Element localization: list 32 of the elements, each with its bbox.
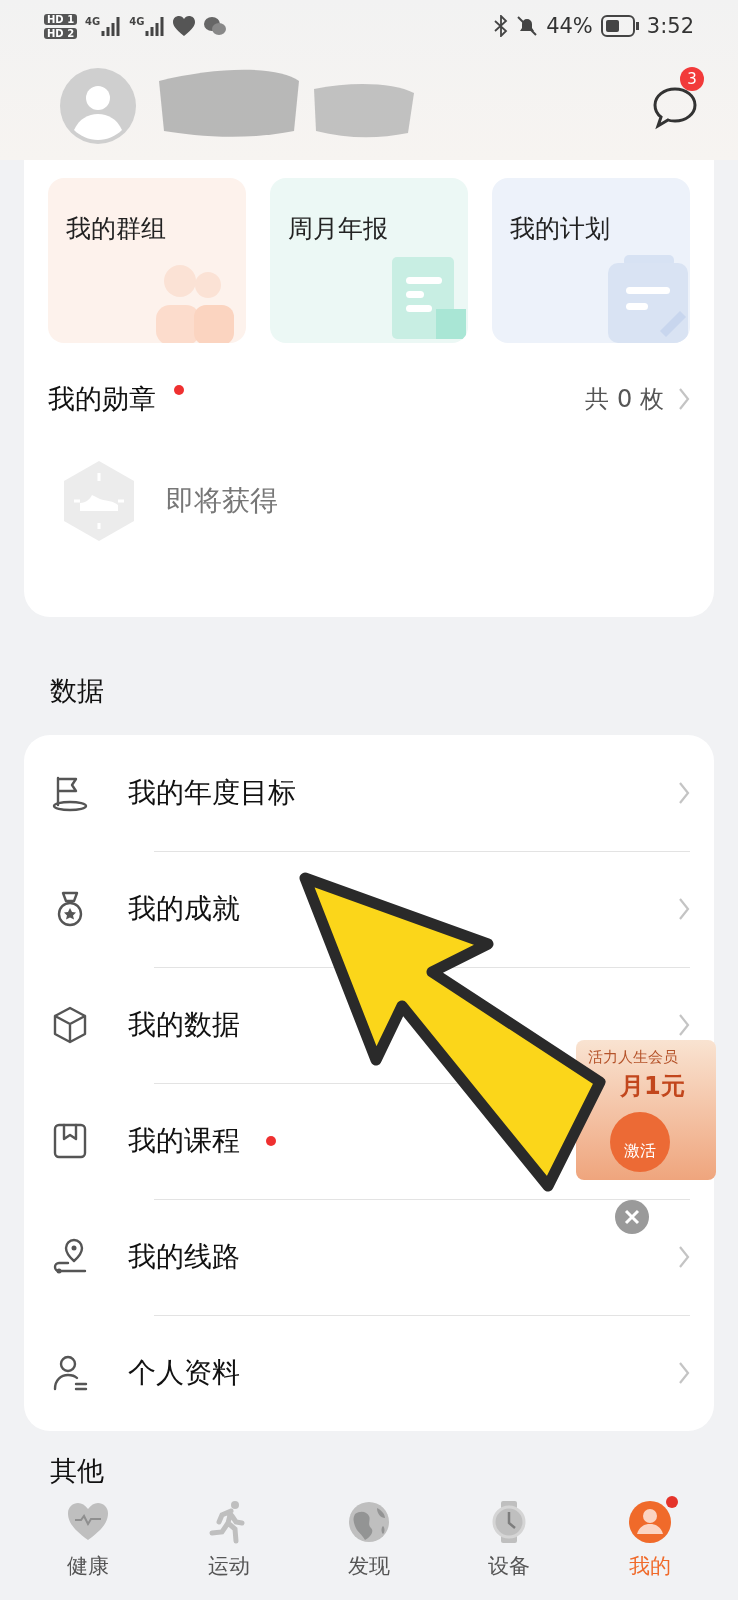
shortcut-card[interactable]: 我的群组 xyxy=(48,178,246,343)
sim-label: HD 2 xyxy=(44,27,78,39)
promo-title: 活力人生会员 xyxy=(588,1048,678,1067)
network-label: 4G xyxy=(129,16,145,27)
section-title: 我的勋章 xyxy=(48,382,156,416)
promo-price: 月1元 xyxy=(620,1071,685,1102)
tab-label: 运动 xyxy=(207,1553,250,1580)
section-title: 数据 xyxy=(49,674,105,708)
menu-item[interactable]: 我的课程 xyxy=(128,1122,240,1160)
battery-percent: 44% xyxy=(546,14,593,38)
sim-label: HD 1 xyxy=(44,13,78,25)
medal-count: 共 0 枚 xyxy=(585,384,664,415)
upcoming-label: 即将获得 xyxy=(166,483,278,519)
menu-item[interactable]: 我的成就 xyxy=(128,890,240,928)
tab-label: 健康 xyxy=(67,1553,110,1580)
tab-label: 设备 xyxy=(488,1553,531,1580)
menu-item[interactable]: 我的年度目标 xyxy=(128,774,296,812)
notification-badge: 3 xyxy=(680,67,704,91)
clock-time: 3:52 xyxy=(646,14,694,38)
menu-item[interactable]: 我的线路 xyxy=(128,1238,240,1276)
tab-item[interactable]: 运动 xyxy=(158,1488,299,1600)
menu-item[interactable]: 个人资料 xyxy=(128,1354,240,1392)
network-label: 4G xyxy=(85,16,101,27)
tab-label: 我的 xyxy=(628,1553,671,1580)
shortcut-card[interactable]: 周月年报 xyxy=(270,178,468,343)
tab-item[interactable]: 设备 xyxy=(439,1488,580,1600)
tab-label: 发现 xyxy=(348,1553,390,1580)
tab-item[interactable]: 健康 xyxy=(18,1488,159,1600)
section-title: 其他 xyxy=(50,1455,104,1486)
shortcut-card[interactable]: 我的计划 xyxy=(492,178,690,343)
tab-item[interactable]: 发现 xyxy=(298,1488,440,1600)
menu-item[interactable]: 我的数据 xyxy=(128,1006,240,1044)
